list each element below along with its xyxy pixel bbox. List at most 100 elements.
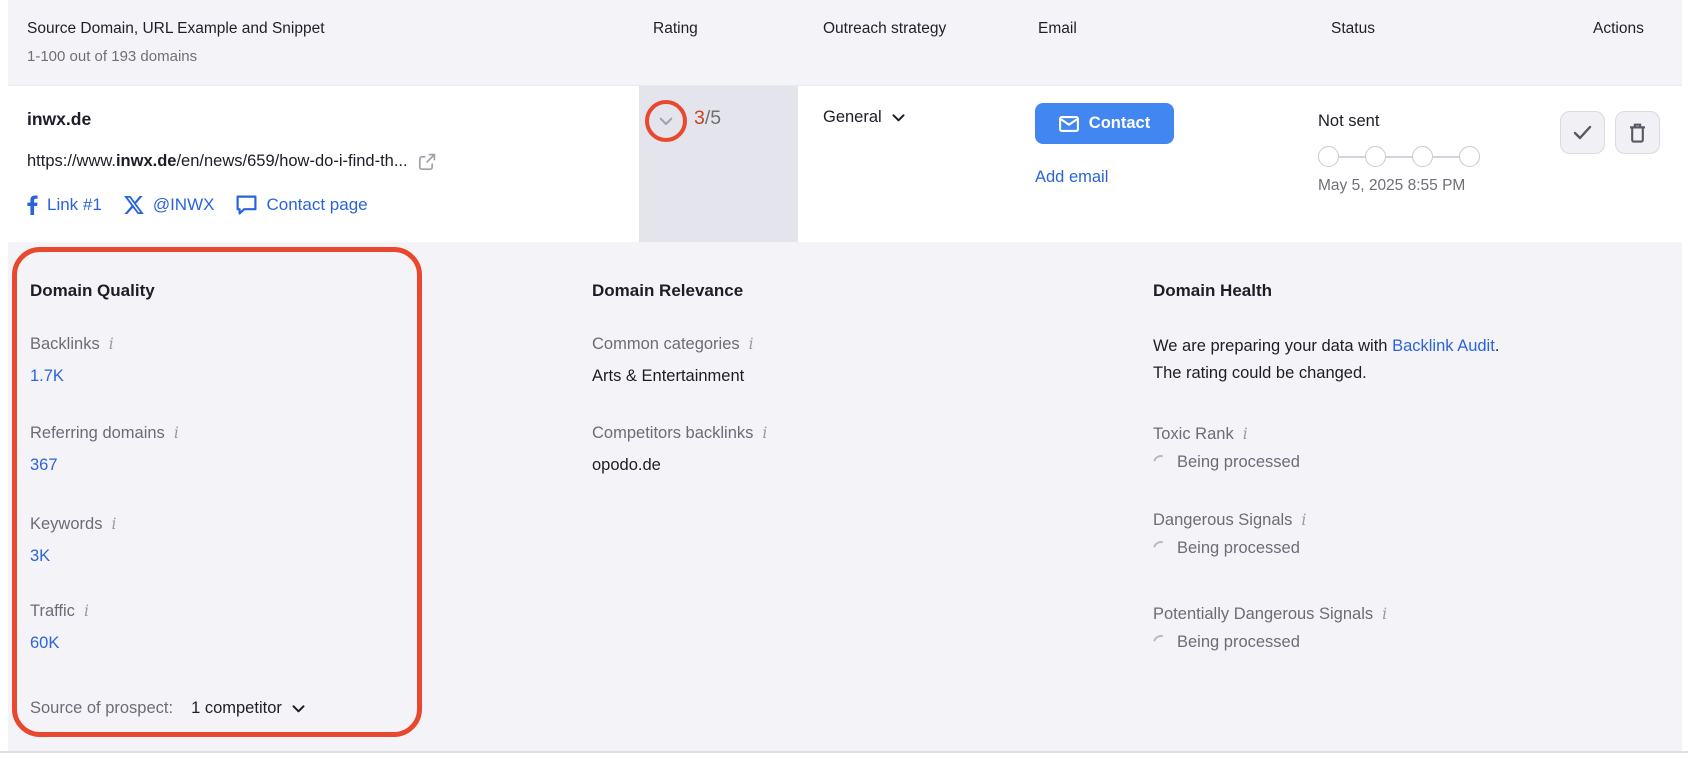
info-icon[interactable]: i xyxy=(174,426,179,442)
metric-potentially-dangerous-signals: Potentially Dangerous Signalsi Being pro… xyxy=(1153,605,1387,652)
outreach-strategy-dropdown[interactable]: General xyxy=(823,108,905,127)
source-of-prospect-dropdown[interactable]: 1 competitor xyxy=(191,699,305,718)
notice-suffix: . xyxy=(1495,337,1500,355)
external-link-icon[interactable] xyxy=(418,153,436,171)
metric-value-link[interactable]: 3K xyxy=(30,547,50,565)
metric-common-categories: Common categories i Arts & Entertainment xyxy=(592,335,754,386)
metric-label: Common categories xyxy=(592,335,740,354)
chevron-down-icon xyxy=(892,114,905,122)
source-of-prospect-label: Source of prospect: xyxy=(30,699,173,718)
x-icon xyxy=(124,196,144,214)
metric-label: Traffic xyxy=(30,602,75,621)
info-icon[interactable]: i xyxy=(749,337,754,353)
domain-health-notice: We are preparing your data with Backlink… xyxy=(1153,333,1653,387)
metric-traffic: Traffic i 60K xyxy=(30,602,89,653)
facebook-link-label: Link #1 xyxy=(47,195,102,215)
column-header-actions: Actions xyxy=(1593,20,1644,38)
url-domain: inwx.de xyxy=(116,152,177,170)
url-path: /en/news/659/how-do-i-find-th... xyxy=(176,152,407,170)
table-header-band xyxy=(8,0,1682,86)
step-connector xyxy=(1433,156,1459,158)
metric-label: Toxic Rank xyxy=(1153,425,1234,444)
facebook-icon xyxy=(27,195,38,215)
facebook-link[interactable]: Link #1 xyxy=(27,195,102,215)
metric-backlinks: Backlinks i 1.7K xyxy=(30,335,114,386)
status-timestamp: May 5, 2025 8:55 PM xyxy=(1318,177,1465,195)
metric-value-link[interactable]: 1.7K xyxy=(30,367,64,385)
processing-status: Being processed xyxy=(1177,539,1300,558)
metric-referring-domains: Referring domains i 367 xyxy=(30,424,179,475)
backlink-audit-link[interactable]: Backlink Audit xyxy=(1392,337,1495,355)
metric-toxic-rank: Toxic Rank i Being processed xyxy=(1153,425,1300,472)
metric-label: Referring domains xyxy=(30,424,165,443)
chevron-down-icon[interactable] xyxy=(659,117,673,126)
approve-button[interactable] xyxy=(1560,111,1605,154)
source-of-prospect-row: Source of prospect: 1 competitor xyxy=(30,699,305,718)
step-circle xyxy=(1365,146,1386,167)
domain-health-title: Domain Health xyxy=(1153,281,1272,301)
info-icon[interactable]: i xyxy=(109,337,114,353)
domain-quality-title: Domain Quality xyxy=(30,281,155,301)
spinner-icon xyxy=(1150,632,1172,654)
notice-text: We are preparing your data with xyxy=(1153,337,1392,355)
delete-button[interactable] xyxy=(1615,111,1660,154)
column-header-email: Email xyxy=(1038,20,1077,38)
processing-status: Being processed xyxy=(1177,453,1300,472)
metric-keywords: Keywords i 3K xyxy=(30,515,116,566)
metric-label: Dangerous Signals xyxy=(1153,511,1292,530)
speech-bubble-icon xyxy=(236,195,257,215)
source-of-prospect-value: 1 competitor xyxy=(191,699,282,718)
x-link[interactable]: @INWX xyxy=(124,195,215,215)
info-icon[interactable]: i xyxy=(1382,607,1387,623)
metric-label: Backlinks xyxy=(30,335,100,354)
envelope-icon xyxy=(1059,116,1079,132)
step-connector xyxy=(1339,156,1365,158)
metric-dangerous-signals: Dangerous Signals i Being processed xyxy=(1153,511,1306,558)
rating-value: 3 xyxy=(694,107,705,129)
info-icon[interactable]: i xyxy=(1243,427,1248,443)
info-icon[interactable]: i xyxy=(111,517,116,533)
notice-line2: The rating could be changed. xyxy=(1153,360,1653,387)
metric-label: Competitors backlinks xyxy=(592,424,753,443)
url-prefix: https://www. xyxy=(27,152,116,170)
step-circle xyxy=(1318,146,1339,167)
outreach-strategy-value: General xyxy=(823,108,882,127)
prospect-url-link[interactable]: https://www.inwx.de/en/news/659/how-do-i… xyxy=(27,152,408,171)
contact-page-link[interactable]: Contact page xyxy=(236,195,367,215)
metric-value: opodo.de xyxy=(592,456,767,475)
metric-label: Keywords xyxy=(30,515,102,534)
spinner-icon xyxy=(1150,538,1172,560)
rating-out-of: /5 xyxy=(705,107,721,129)
info-icon[interactable]: i xyxy=(1301,513,1306,529)
annotation-circle xyxy=(645,100,687,142)
prospect-social-links: Link #1 @INWX Contact page xyxy=(27,195,368,215)
metric-competitors-backlinks: Competitors backlinks i opodo.de xyxy=(592,424,767,475)
step-circle xyxy=(1412,146,1433,167)
contact-button[interactable]: Contact xyxy=(1035,103,1174,144)
contact-button-label: Contact xyxy=(1089,114,1150,133)
info-icon[interactable]: i xyxy=(84,604,89,620)
info-icon[interactable]: i xyxy=(762,426,767,442)
expanded-details-band xyxy=(8,242,1682,751)
step-connector xyxy=(1386,156,1412,158)
pagination-summary: 1-100 out of 193 domains xyxy=(27,48,197,65)
trash-icon xyxy=(1629,123,1646,143)
column-header-source-domain: Source Domain, URL Example and Snippet xyxy=(27,20,325,38)
metric-label: Potentially Dangerous Signals xyxy=(1153,605,1373,624)
panel-bottom-divider xyxy=(0,751,1688,753)
metric-value: Arts & Entertainment xyxy=(592,367,754,386)
column-header-outreach-strategy: Outreach strategy xyxy=(823,20,946,38)
metric-value-link[interactable]: 60K xyxy=(30,634,59,652)
status-label: Not sent xyxy=(1318,112,1379,131)
spinner-icon xyxy=(1150,452,1172,474)
status-progress-stepper xyxy=(1318,146,1480,167)
column-header-status: Status xyxy=(1331,20,1375,38)
column-header-rating: Rating xyxy=(653,20,698,38)
prospect-domain-name: inwx.de xyxy=(27,109,91,130)
metric-value-link[interactable]: 367 xyxy=(30,456,58,474)
rating-score: 3/5 xyxy=(694,107,721,130)
step-circle xyxy=(1459,146,1480,167)
prospect-url-row: https://www.inwx.de/en/news/659/how-do-i… xyxy=(27,152,436,171)
add-email-link[interactable]: Add email xyxy=(1035,168,1108,187)
domain-relevance-title: Domain Relevance xyxy=(592,281,743,301)
